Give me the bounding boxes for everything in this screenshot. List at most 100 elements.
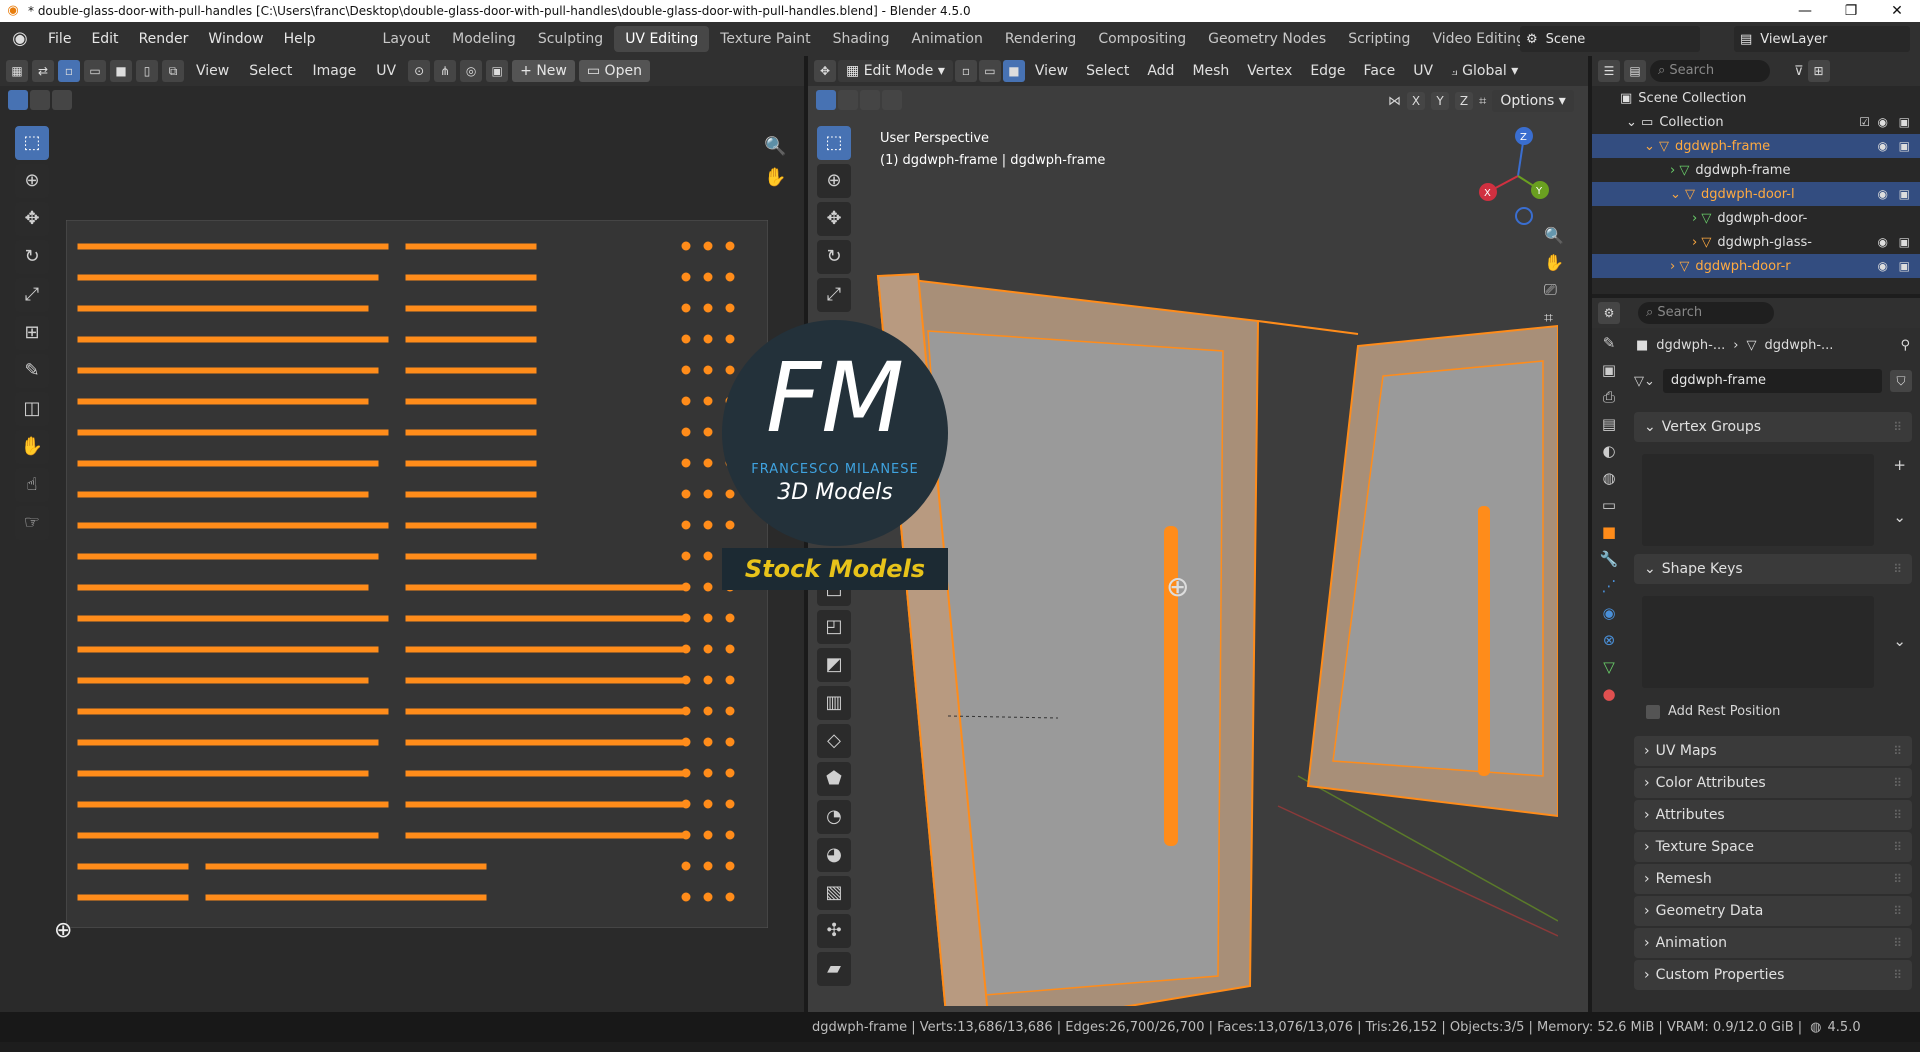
poly-build-tool-icon[interactable]: ⬟ <box>817 762 851 796</box>
vp-scale-tool-icon[interactable]: ⤢ <box>817 278 851 312</box>
navigation-gizmo[interactable]: Z X Y <box>1478 126 1558 226</box>
edge-slide-tool-icon[interactable]: ▧ <box>817 876 851 910</box>
zoom-icon[interactable]: 🔍 <box>764 136 786 157</box>
vertex-mode-icon[interactable]: ▫ <box>954 60 977 82</box>
3d-cursor-icon[interactable]: ⊕ <box>1166 570 1189 603</box>
inset-tool-icon[interactable]: ◰ <box>817 610 851 644</box>
tab-texture-paint[interactable]: Texture Paint <box>709 26 821 52</box>
render-tab-icon[interactable]: ▣ <box>1602 361 1616 379</box>
cursor-tool-icon[interactable]: ⊕ <box>15 164 49 198</box>
display-mode-icon[interactable]: ▤ <box>1624 60 1646 82</box>
vp-menu-edge[interactable]: Edge <box>1302 63 1353 79</box>
vp-menu-vertex[interactable]: Vertex <box>1239 63 1300 79</box>
vp-rotate-tool-icon[interactable]: ↻ <box>817 240 851 274</box>
shape-keys-panel-header[interactable]: ⌄ Shape Keys ⠿ <box>1634 554 1912 584</box>
geometry-data-panel[interactable]: › Geometry Data ⠿ <box>1634 896 1912 926</box>
knife-tool-icon[interactable]: ◇ <box>817 724 851 758</box>
eye-icon[interactable]: ◉ <box>1878 235 1888 249</box>
uv-grid[interactable] <box>66 220 768 928</box>
editor-type-icon[interactable]: ▦ <box>6 60 28 82</box>
tool-tab-icon[interactable]: ✎ <box>1603 334 1616 352</box>
topology-icon[interactable]: ⌗ <box>1479 94 1486 109</box>
object-tab-icon[interactable]: ■ <box>1602 523 1616 541</box>
vp-select-tool-icon[interactable]: ⬚ <box>817 126 851 160</box>
vp-select-subtract-icon[interactable] <box>860 90 880 110</box>
camera-icon[interactable]: ▣ <box>1899 235 1910 249</box>
vp-select-invert-icon[interactable] <box>882 90 902 110</box>
pinch-tool-icon[interactable]: ☞ <box>15 506 49 540</box>
attributes-panel[interactable]: › Attributes ⠿ <box>1634 800 1912 830</box>
outliner-item-door-r[interactable]: › ▽ dgdwph-door-r ◉ ▣ <box>1592 254 1920 278</box>
data-tab-icon[interactable]: ▽ <box>1603 658 1615 676</box>
properties-search[interactable]: ⌕ Search <box>1638 302 1774 324</box>
collection-tab-icon[interactable]: ▭ <box>1602 496 1616 514</box>
color-attributes-panel[interactable]: › Color Attributes ⠿ <box>1634 768 1912 798</box>
vertex-groups-panel-header[interactable]: ⌄ Vertex Groups ⠿ <box>1634 412 1912 442</box>
mirror-y-toggle[interactable]: Y <box>1431 92 1449 110</box>
shape-keys-list[interactable] <box>1642 596 1874 688</box>
shear-tool-icon[interactable]: ▰ <box>817 952 851 986</box>
tab-rendering[interactable]: Rendering <box>994 26 1088 52</box>
pan-hand-icon[interactable]: ✋ <box>764 167 786 188</box>
snap-icon[interactable]: ⋔ <box>434 60 457 82</box>
menu-window[interactable]: Window <box>198 31 273 47</box>
loop-cut-tool-icon[interactable]: ▥ <box>817 686 851 720</box>
particles-tab-icon[interactable]: ⋰ <box>1602 577 1617 595</box>
animation-panel[interactable]: › Animation ⠿ <box>1634 928 1912 958</box>
remesh-panel[interactable]: › Remesh ⠿ <box>1634 864 1912 894</box>
vp-menu-add[interactable]: Add <box>1139 63 1182 79</box>
outliner-item-glass[interactable]: › ▽ dgdwph-glass- ◉ ▣ <box>1592 230 1920 254</box>
world-tab-icon[interactable]: ◍ <box>1602 469 1615 487</box>
fake-user-icon[interactable]: ⛉ <box>1890 370 1912 392</box>
vp-cursor-tool-icon[interactable]: ⊕ <box>817 164 851 198</box>
properties-type-icon[interactable]: ⚙ <box>1598 302 1620 324</box>
vp-pan-icon[interactable]: ✋ <box>1544 253 1564 272</box>
grab-tool-icon[interactable]: ✋ <box>15 430 49 464</box>
sync-selection-icon[interactable]: ⇄ <box>32 60 54 82</box>
camera-view-icon[interactable]: ⎚ <box>1544 280 1564 300</box>
vp-menu-select[interactable]: Select <box>1078 63 1137 79</box>
scale-tool-icon[interactable]: ⤢ <box>15 278 49 312</box>
options-dropdown[interactable]: Options ▾ <box>1492 90 1574 112</box>
outliner-search[interactable]: ⌕ Search <box>1650 60 1770 82</box>
vertex-group-menu-icon[interactable]: ⌄ <box>1893 508 1906 526</box>
vp-menu-mesh[interactable]: Mesh <box>1184 63 1237 79</box>
mirror-icon[interactable]: ⋈ <box>1388 94 1401 109</box>
vp-move-tool-icon[interactable]: ✥ <box>817 202 851 236</box>
outliner-item-frame[interactable]: ⌄ ▽ dgdwph-frame ◉ ▣ <box>1592 134 1920 158</box>
menu-file[interactable]: File <box>38 31 81 47</box>
scene-selector[interactable]: ⚙ Scene <box>1520 26 1700 52</box>
outliner-item-collection[interactable]: ⌄ ▭ Collection ☑ ◉ ▣ <box>1592 110 1920 134</box>
camera-icon[interactable]: ▣ <box>1899 139 1910 153</box>
proportional-edit-icon[interactable]: ◎ <box>460 60 483 82</box>
viewport-scene[interactable] <box>858 116 1558 1006</box>
edge-mode-icon[interactable]: ▭ <box>978 60 1001 82</box>
menu-help[interactable]: Help <box>274 31 326 47</box>
tab-animation[interactable]: Animation <box>900 26 993 52</box>
blender-menu-icon[interactable]: ◉ <box>8 27 32 51</box>
new-image-button[interactable]: + New <box>512 60 575 82</box>
select-box-icon[interactable] <box>8 90 28 110</box>
open-image-button[interactable]: ▭ Open <box>578 60 650 82</box>
vp-menu-view[interactable]: View <box>1027 63 1076 79</box>
minimize-button[interactable]: — <box>1782 3 1828 19</box>
uv-menu-select[interactable]: Select <box>241 63 300 79</box>
vertex-select-icon[interactable]: ▫ <box>58 60 80 82</box>
vp-menu-face[interactable]: Face <box>1356 63 1404 79</box>
view-layer-selector[interactable]: ▤ ViewLayer <box>1734 26 1910 52</box>
edge-select-icon[interactable]: ▭ <box>84 60 106 82</box>
menu-edit[interactable]: Edit <box>81 31 128 47</box>
eye-icon[interactable]: ◉ <box>1878 115 1888 129</box>
add-vertex-group-icon[interactable]: + <box>1893 456 1906 474</box>
tab-scripting[interactable]: Scripting <box>1337 26 1421 52</box>
transform-orientation[interactable]: ⟓ Global ▾ <box>1443 63 1526 79</box>
select-tool-icon[interactable]: ⬚ <box>15 126 49 160</box>
material-tab-icon[interactable]: ● <box>1602 685 1615 703</box>
smooth-tool-icon[interactable]: ◕ <box>817 838 851 872</box>
menu-render[interactable]: Render <box>129 31 199 47</box>
annotate-tool-icon[interactable]: ✎ <box>15 354 49 388</box>
filter-icon[interactable]: ⊽ <box>1794 64 1804 79</box>
outliner-item-door-l[interactable]: ⌄ ▽ dgdwph-door-l ◉ ▣ <box>1592 182 1920 206</box>
texture-space-panel[interactable]: › Texture Space ⠿ <box>1634 832 1912 862</box>
constraints-tab-icon[interactable]: ⊗ <box>1603 631 1616 649</box>
